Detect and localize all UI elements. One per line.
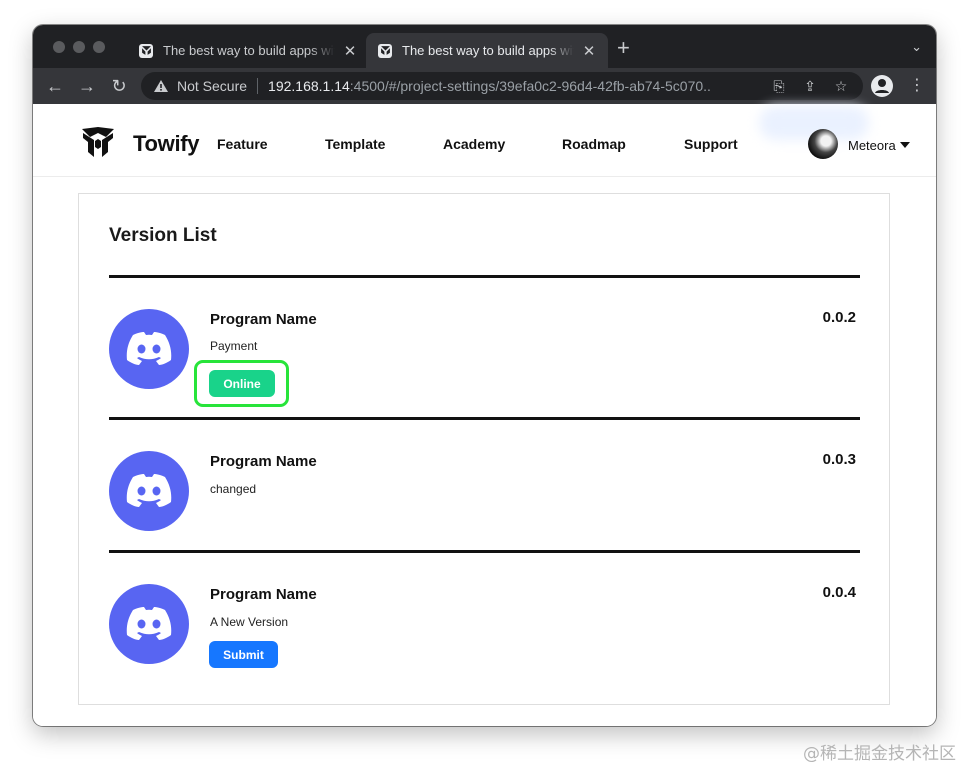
version-number: 0.0.4 [822, 584, 856, 601]
version-list-card: Version List Program Name Payment 0.0.2 … [78, 193, 890, 705]
divider [109, 550, 860, 553]
nav-academy[interactable]: Academy [443, 136, 505, 152]
forward-arrow-icon[interactable]: → [77, 76, 97, 96]
submit-button[interactable]: Submit [209, 641, 278, 668]
program-name: Program Name [210, 586, 317, 603]
version-item: Program Name changed 0.0.3 [109, 426, 860, 546]
reload-icon[interactable]: ↻ [109, 76, 129, 96]
page-content: Towify Feature Template Academy Roadmap … [33, 104, 936, 726]
version-item: Program Name Payment 0.0.2 Online [109, 284, 860, 407]
new-tab-button[interactable]: + [617, 37, 630, 59]
version-number: 0.0.2 [822, 309, 856, 326]
version-item: Program Name A New Version 0.0.4 Submit [109, 559, 860, 679]
caret-down-icon[interactable] [900, 142, 910, 148]
user-name[interactable]: Meteora [848, 138, 896, 153]
url-host: 192.168.1.14 [268, 78, 350, 94]
tab-search-chevron-icon[interactable]: ⌄ [911, 39, 922, 55]
online-button[interactable]: Online [209, 370, 275, 397]
program-description: Payment [210, 339, 258, 353]
nav-support[interactable]: Support [684, 136, 738, 152]
tab-bar: The best way to build apps with Towify ✕… [33, 25, 936, 68]
share-icon[interactable]: ⇪ [802, 78, 818, 94]
watermark: @稀土掘金技术社区 [803, 744, 956, 764]
close-tab-icon[interactable]: ✕ [582, 42, 596, 60]
nav-roadmap[interactable]: Roadmap [562, 136, 626, 152]
browser-window: The best way to build apps with Towify ✕… [33, 25, 936, 726]
program-description: A New Version [210, 615, 289, 629]
nav-template[interactable]: Template [325, 136, 385, 152]
minimize-window-button[interactable] [73, 41, 85, 53]
security-status[interactable]: Not Secure [177, 78, 247, 94]
discord-logo-icon [109, 309, 189, 389]
url-path: :4500/#/project-settings/39efa0c2-96d4-4… [349, 78, 712, 94]
profile-icon[interactable] [871, 75, 893, 97]
discord-logo-icon [109, 584, 189, 664]
browser-tab-1[interactable]: The best way to build apps with Towify ✕ [127, 33, 369, 68]
close-window-button[interactable] [53, 41, 65, 53]
program-name: Program Name [210, 311, 317, 328]
version-number: 0.0.3 [822, 451, 856, 468]
browser-toolbar: ← → ↻ Not Secure 192.168.1.14 :4500/#/pr… [33, 68, 936, 104]
tab-title: The best way to build apps with Towify [163, 43, 335, 58]
program-name: Program Name [210, 453, 317, 470]
towify-favicon-icon [378, 43, 392, 58]
browser-menu-icon[interactable]: ⋮ [909, 76, 925, 96]
divider [109, 417, 860, 420]
towify-logo-icon[interactable] [80, 125, 116, 161]
back-arrow-icon[interactable]: ← [45, 76, 65, 96]
divider [109, 275, 860, 278]
version-list-title: Version List [109, 225, 217, 246]
zoom-window-button[interactable] [93, 41, 105, 53]
nav-feature[interactable]: Feature [217, 136, 268, 152]
site-header: Towify Feature Template Academy Roadmap … [33, 104, 936, 177]
discord-logo-icon [109, 451, 189, 531]
brand-name[interactable]: Towify [133, 131, 200, 157]
warning-triangle-icon [154, 80, 168, 92]
browser-tab-2[interactable]: The best way to build apps with Towify ✕ [366, 33, 608, 68]
tab-title: The best way to build apps with Towify [402, 43, 574, 58]
address-bar[interactable]: Not Secure 192.168.1.14 :4500/#/project-… [141, 72, 863, 100]
towify-favicon-icon [139, 43, 153, 58]
address-separator [257, 78, 259, 94]
program-description: changed [210, 482, 257, 496]
translate-icon[interactable]: ⎘ [771, 78, 787, 94]
bookmark-star-icon[interactable]: ☆ [833, 78, 849, 94]
user-avatar[interactable] [808, 129, 838, 159]
close-tab-icon[interactable]: ✕ [343, 42, 357, 60]
